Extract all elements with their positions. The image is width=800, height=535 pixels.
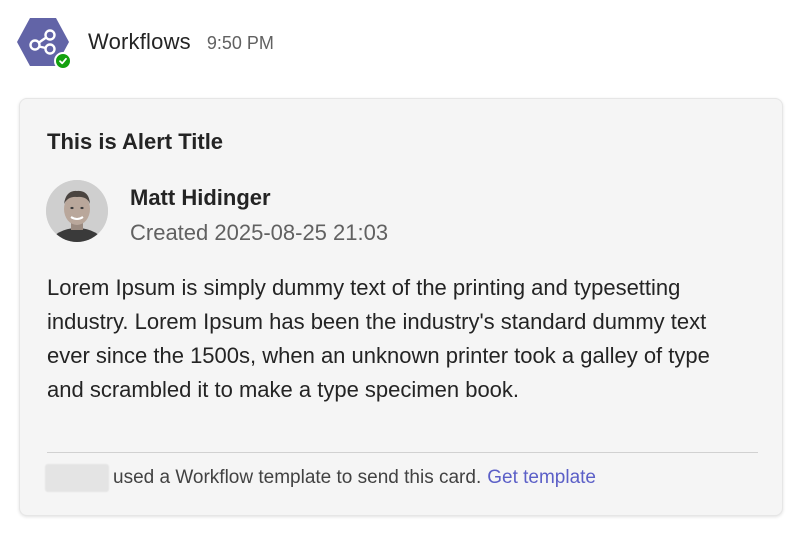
- get-template-link[interactable]: Get template: [487, 467, 596, 489]
- footer-divider: [47, 452, 758, 453]
- sender-name[interactable]: Workflows: [88, 29, 191, 55]
- author-avatar: [46, 180, 108, 242]
- footer-text: used a Workflow template to send this ca…: [113, 467, 482, 488]
- status-available-icon: [54, 52, 72, 70]
- card-body-text: Lorem Ipsum is simply dummy text of the …: [47, 275, 710, 402]
- message-timestamp: 9:50 PM: [206, 32, 274, 53]
- adaptive-card: This is Alert Title Matt Hidinger Create…: [19, 98, 783, 516]
- created-timestamp: Created 2025-08-25 21:03: [130, 220, 389, 245]
- message-header: Workflows 9:50 PM: [16, 16, 274, 70]
- card-title: This is Alert Title: [47, 129, 224, 154]
- author-name: Matt Hidinger: [130, 185, 271, 210]
- bot-avatar[interactable]: [16, 16, 72, 70]
- card-footer: used a Workflow template to send this ca…: [45, 463, 596, 493]
- redacted-user-name: [45, 464, 109, 492]
